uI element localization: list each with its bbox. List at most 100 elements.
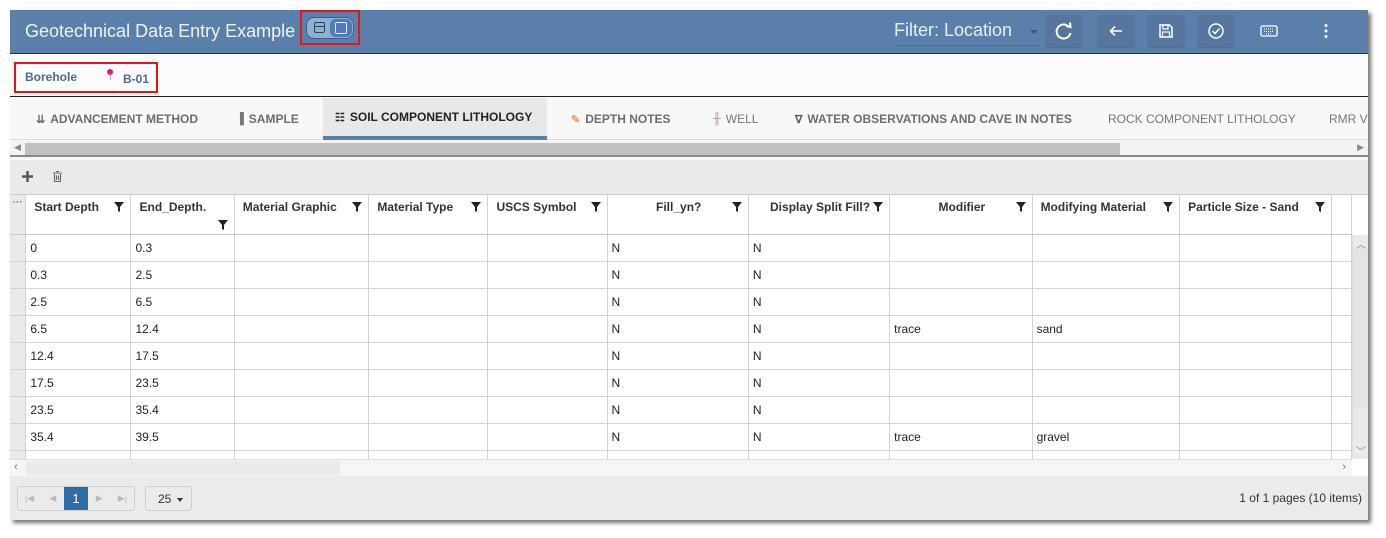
vertical-scrollbar[interactable]: ︿ ﹀ <box>1352 235 1368 459</box>
row-selector-header[interactable]: ··· <box>10 195 27 235</box>
tab-depth-notes[interactable]: ✎ DEPTH NOTES <box>559 98 683 140</box>
cell-material-type[interactable] <box>368 261 489 289</box>
tab-well[interactable]: ╫ WELL <box>701 98 770 140</box>
cell-particle-size-sand[interactable] <box>1179 261 1333 289</box>
cell-end-depth[interactable]: 35.4 <box>130 396 235 424</box>
tab-soil-component-lithology[interactable]: ☷ SOIL COMPONENT LITHOLOGY <box>323 98 547 140</box>
cell-material-graphic[interactable] <box>234 396 370 424</box>
cell-end-depth[interactable]: 23.5 <box>130 369 235 397</box>
current-page-button[interactable]: 1 <box>64 487 88 510</box>
table-row[interactable]: 23.5 35.4 N N <box>10 396 1352 424</box>
cell-display-split-fill[interactable]: N <box>748 288 891 316</box>
cell-modifying-material[interactable]: gravel <box>1032 423 1181 451</box>
scroll-right-icon[interactable]: › <box>1342 461 1346 473</box>
scroll-left-icon[interactable]: ‹ <box>14 461 18 473</box>
more-options-button[interactable] <box>1308 15 1344 47</box>
horizontal-scroll-thumb[interactable] <box>26 461 340 475</box>
cell-end-depth[interactable]: 0.3 <box>130 234 235 262</box>
cell-modifier[interactable]: trace <box>889 423 1033 451</box>
borehole-selector[interactable]: Borehole B-01 <box>14 62 158 93</box>
cell-end-depth[interactable]: 17.5 <box>130 342 235 370</box>
cell-material-type[interactable] <box>368 396 489 424</box>
vertical-scroll-thumb[interactable] <box>1353 249 1368 407</box>
cell-modifier[interactable] <box>889 342 1033 370</box>
cell-modifying-material[interactable] <box>1032 396 1181 424</box>
filter-icon[interactable] <box>1315 202 1326 212</box>
list-view-button[interactable] <box>308 19 330 37</box>
row-selector[interactable] <box>10 288 27 316</box>
borehole-value[interactable]: B-01 <box>123 72 149 86</box>
cell-material-graphic[interactable] <box>234 342 370 370</box>
cell-particle-size-sand[interactable] <box>1179 369 1333 397</box>
row-selector[interactable] <box>10 342 27 370</box>
cell-uscs-symbol[interactable] <box>487 288 608 316</box>
cell-uscs-symbol[interactable] <box>487 396 608 424</box>
filter-icon[interactable] <box>471 202 482 212</box>
keyboard-button[interactable] <box>1251 15 1287 47</box>
cell-modifier[interactable] <box>889 261 1033 289</box>
save-button[interactable] <box>1148 15 1184 47</box>
column-header-display-split-fill[interactable]: Display Split Fill? <box>748 195 891 235</box>
column-header-fill-yn[interactable]: Fill_yn? <box>607 195 749 235</box>
cell-material-graphic[interactable] <box>234 234 370 262</box>
cell-modifying-material[interactable] <box>1032 234 1181 262</box>
filter-icon[interactable] <box>1015 202 1026 212</box>
cell-fill-yn[interactable]: N <box>607 396 749 424</box>
cell-material-graphic[interactable] <box>234 423 370 451</box>
cell-start-depth[interactable]: 0 <box>25 234 132 262</box>
scroll-right-icon[interactable]: ▶ <box>1357 142 1364 153</box>
cell-material-type[interactable] <box>368 288 489 316</box>
cell-particle-size-sand[interactable] <box>1179 342 1333 370</box>
cell-uscs-symbol[interactable] <box>487 315 608 343</box>
cell-material-graphic[interactable] <box>234 315 370 343</box>
cell-start-depth[interactable]: 2.5 <box>25 288 132 316</box>
cell-material-type[interactable] <box>368 369 489 397</box>
table-row[interactable]: 6.5 12.4 N Ntrace sand <box>10 315 1352 343</box>
column-header-material-type[interactable]: Material Type <box>368 195 489 235</box>
cell-material-type[interactable] <box>368 423 489 451</box>
cell-start-depth[interactable]: 12.4 <box>25 342 132 370</box>
view-mode-toggle[interactable] <box>300 10 360 45</box>
cell-modifier[interactable] <box>889 396 1033 424</box>
tab-scroll-thumb[interactable] <box>25 143 1120 155</box>
cell-start-depth[interactable]: 35.4 <box>25 423 132 451</box>
cell-fill-yn[interactable]: N <box>607 369 749 397</box>
cell-particle-size-sand[interactable] <box>1179 315 1333 343</box>
cell-end-depth[interactable]: 6.5 <box>130 288 235 316</box>
cell-material-type[interactable] <box>368 342 489 370</box>
filter-icon[interactable] <box>590 202 601 212</box>
cell-end-depth[interactable]: 2.5 <box>130 261 235 289</box>
cell-fill-yn[interactable]: N <box>607 342 749 370</box>
cell-uscs-symbol[interactable] <box>487 234 608 262</box>
cell-particle-size-sand[interactable] <box>1179 288 1333 316</box>
delete-row-button[interactable] <box>53 169 62 186</box>
cell-uscs-symbol[interactable] <box>487 423 608 451</box>
cell-display-split-fill[interactable]: N <box>748 396 891 424</box>
cell-start-depth[interactable]: 23.5 <box>25 396 132 424</box>
row-selector[interactable] <box>10 234 27 262</box>
add-row-button[interactable] <box>22 169 33 186</box>
cell-fill-yn[interactable]: N <box>607 288 749 316</box>
validate-button[interactable] <box>1198 15 1234 47</box>
first-page-button[interactable]: |◀ <box>18 487 41 510</box>
cell-particle-size-sand[interactable] <box>1179 423 1333 451</box>
table-row[interactable]: 0.3 2.5 N N <box>10 261 1352 289</box>
cell-modifying-material[interactable]: sand <box>1032 315 1181 343</box>
column-header-modifier[interactable]: Modifier <box>889 195 1033 235</box>
cell-uscs-symbol[interactable] <box>487 369 608 397</box>
cell-modifying-material[interactable] <box>1032 369 1181 397</box>
tab-rock-component-lithology[interactable]: ROCK COMPONENT LITHOLOGY <box>1096 98 1308 140</box>
cell-material-graphic[interactable] <box>234 288 370 316</box>
page-size-select[interactable]: 25 <box>145 486 192 511</box>
column-header-material-graphic[interactable]: Material Graphic <box>234 195 370 235</box>
last-page-button[interactable]: ▶| <box>111 487 134 510</box>
table-row[interactable]: 17.5 23.5 N N <box>10 369 1352 397</box>
cell-material-type[interactable] <box>368 234 489 262</box>
table-row[interactable]: 2.5 6.5 N N <box>10 288 1352 316</box>
cell-display-split-fill[interactable]: N <box>748 423 891 451</box>
row-selector[interactable] <box>10 423 27 451</box>
cell-modifying-material[interactable] <box>1032 342 1181 370</box>
horizontal-scrollbar[interactable]: ‹ › <box>10 459 1352 476</box>
table-row[interactable]: 12.4 17.5 N N <box>10 342 1352 370</box>
cell-material-graphic[interactable] <box>234 369 370 397</box>
